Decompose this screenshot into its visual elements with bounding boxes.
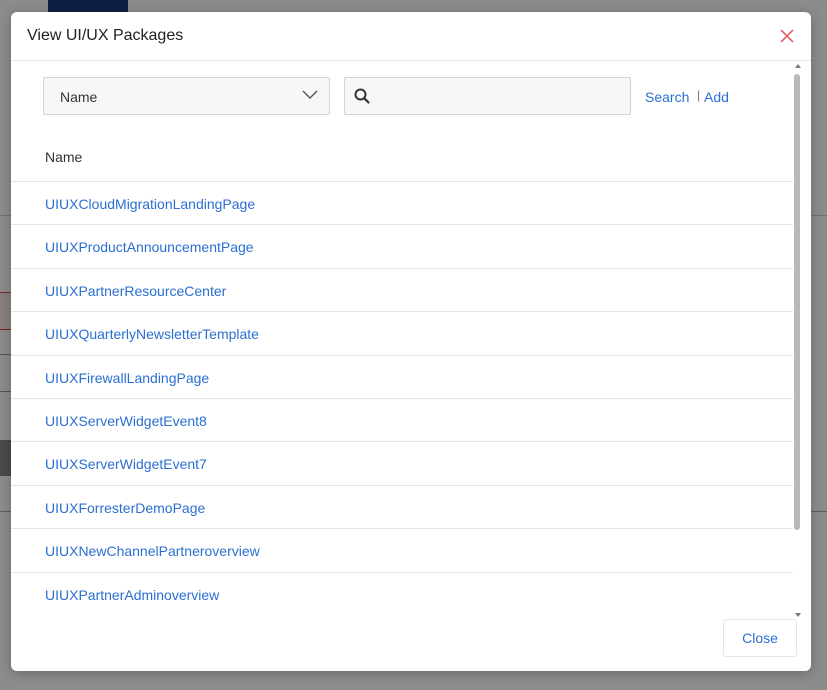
- table-row: UIUXServerWidgetEvent7: [11, 442, 793, 486]
- package-link[interactable]: UIUXProductAnnouncementPage: [45, 239, 254, 255]
- search-link[interactable]: Search: [645, 89, 689, 105]
- packages-modal: View UI/UX Packages Name Search | Add Na…: [11, 12, 811, 671]
- modal-header: View UI/UX Packages: [11, 12, 811, 61]
- field-select[interactable]: Name: [43, 77, 330, 115]
- column-header-name: Name: [11, 131, 793, 182]
- table-row: UIUXCloudMigrationLandingPage: [11, 182, 793, 226]
- package-link[interactable]: UIUXPartnerResourceCenter: [45, 283, 226, 299]
- table-row: UIUXFirewallLandingPage: [11, 356, 793, 399]
- link-separator: |: [697, 88, 701, 102]
- modal-title: View UI/UX Packages: [27, 27, 184, 44]
- package-link[interactable]: UIUXFirewallLandingPage: [45, 370, 209, 386]
- table-row: UIUXServerWidgetEvent8: [11, 399, 793, 443]
- package-rows: UIUXCloudMigrationLandingPage UIUXProduc…: [11, 182, 793, 611]
- package-link[interactable]: UIUXPartnerAdminoverview: [45, 587, 219, 603]
- package-link[interactable]: UIUXForresterDemoPage: [45, 500, 205, 516]
- close-button[interactable]: Close: [723, 619, 797, 657]
- field-select-value: Name: [60, 89, 98, 105]
- table-row: UIUXPartnerResourceCenter: [11, 269, 793, 313]
- add-link[interactable]: Add: [704, 89, 729, 105]
- package-link[interactable]: UIUXServerWidgetEvent7: [45, 456, 207, 472]
- search-box: [344, 77, 631, 115]
- table-row: UIUXForresterDemoPage: [11, 486, 793, 530]
- list-scrollbar[interactable]: [793, 64, 803, 620]
- table-row: UIUXQuarterlyNewsletterTemplate: [11, 312, 793, 356]
- package-list: Name UIUXCloudMigrationLandingPage UIUXP…: [11, 131, 793, 611]
- search-icon: [354, 88, 370, 104]
- close-x-icon[interactable]: [777, 26, 797, 46]
- package-link[interactable]: UIUXNewChannelPartneroverview: [45, 543, 260, 559]
- chevron-down-icon: [302, 90, 318, 99]
- table-row: UIUXNewChannelPartneroverview: [11, 529, 793, 573]
- table-row: UIUXProductAnnouncementPage: [11, 225, 793, 269]
- package-link[interactable]: UIUXQuarterlyNewsletterTemplate: [45, 326, 259, 342]
- package-link[interactable]: UIUXServerWidgetEvent8: [45, 413, 207, 429]
- package-link[interactable]: UIUXCloudMigrationLandingPage: [45, 196, 255, 212]
- column-header-label: Name: [45, 149, 83, 165]
- search-input[interactable]: [379, 82, 623, 110]
- scroll-down-arrow-icon[interactable]: [795, 613, 801, 617]
- scrollbar-thumb[interactable]: [794, 74, 800, 530]
- table-row: UIUXPartnerAdminoverview: [11, 573, 793, 611]
- filter-toolbar: Name Search | Add: [11, 61, 793, 131]
- scroll-up-arrow-icon[interactable]: [795, 64, 801, 68]
